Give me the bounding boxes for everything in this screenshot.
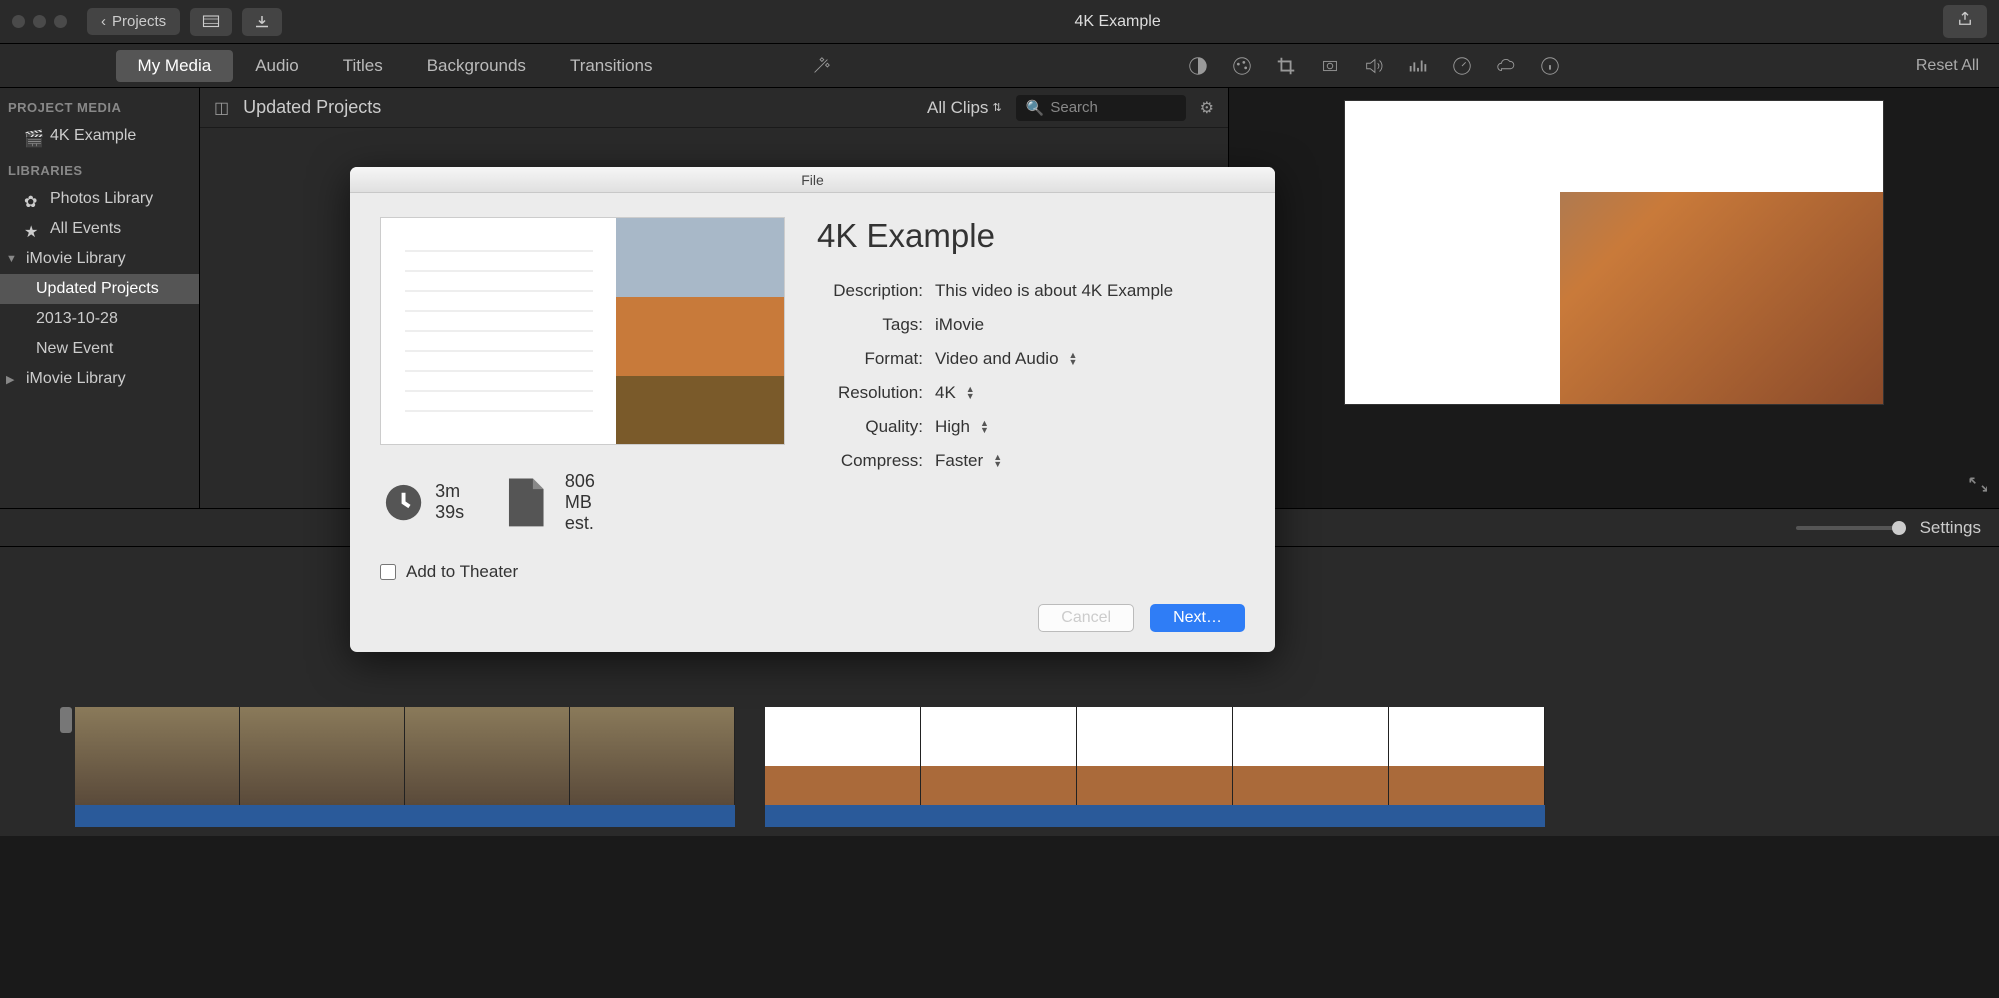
chevron-left-icon: ‹: [101, 13, 106, 30]
zoom-slider[interactable]: [1796, 526, 1906, 530]
window-title: 4K Example: [292, 13, 1943, 31]
timeline-clip-1[interactable]: [75, 707, 735, 827]
file-icon: [493, 467, 557, 538]
quality-label: Quality:: [817, 417, 923, 437]
media-tabs-row: My Media Audio Titles Backgrounds Transi…: [0, 44, 1999, 88]
tags-field[interactable]: iMovie: [935, 315, 984, 335]
resolution-dropdown[interactable]: 4K ▲▼: [935, 383, 975, 403]
description-label: Description:: [817, 281, 923, 301]
clock-icon: [380, 479, 427, 526]
compress-dropdown[interactable]: Faster ▲▼: [935, 451, 1002, 471]
window-traffic-lights[interactable]: [12, 15, 67, 28]
compress-label: Compress:: [817, 451, 923, 471]
stepper-icon: ⇅: [992, 101, 1001, 114]
search-icon: 🔍: [1026, 99, 1045, 117]
settings-button[interactable]: Settings: [1920, 518, 1981, 538]
star-icon: ★: [24, 222, 42, 236]
sidebar-item-date[interactable]: 2013-10-28: [0, 304, 199, 334]
disclosure-down-icon[interactable]: ▼: [6, 253, 18, 265]
sidebar-item-new-event[interactable]: New Event: [0, 334, 199, 364]
info-icon[interactable]: [1539, 55, 1561, 77]
description-field[interactable]: This video is about 4K Example: [935, 281, 1173, 301]
cancel-button[interactable]: Cancel: [1038, 604, 1134, 632]
projects-label: Projects: [112, 13, 166, 30]
volume-icon[interactable]: [1363, 55, 1385, 77]
titlebar: ‹ Projects 4K Example: [0, 0, 1999, 44]
download-arrow-icon: [252, 13, 272, 31]
projects-back-button[interactable]: ‹ Projects: [87, 8, 180, 35]
expand-icon[interactable]: [1967, 475, 1987, 500]
stepper-icon: ▲▼: [966, 386, 975, 400]
export-dialog: File 3m 39s 806 MB est. Add to Theater: [350, 167, 1275, 652]
import-media-button[interactable]: [190, 8, 232, 36]
resolution-label: Resolution:: [817, 383, 923, 403]
color-palette-icon[interactable]: [1231, 55, 1253, 77]
export-title: 4K Example: [817, 217, 1245, 255]
speed-icon[interactable]: [1451, 55, 1473, 77]
export-preview-thumbnail: [380, 217, 785, 445]
preview-frame[interactable]: [1344, 100, 1884, 405]
sidebar-project[interactable]: 🎬 4K Example: [0, 121, 199, 151]
format-label: Format:: [817, 349, 923, 369]
sidebar-toggle-icon[interactable]: ◫: [214, 98, 229, 118]
stabilize-icon[interactable]: [1319, 55, 1341, 77]
playhead-handle[interactable]: [60, 707, 72, 733]
stepper-icon: ▲▼: [993, 454, 1002, 468]
dialog-titlebar: File: [350, 167, 1275, 193]
tags-label: Tags:: [817, 315, 923, 335]
sidebar-item-imovie-library-2[interactable]: ▶ iMovie Library: [0, 364, 199, 394]
search-input[interactable]: 🔍 Search: [1016, 95, 1186, 121]
clip-audio-waveform[interactable]: [765, 805, 1545, 827]
share-icon: [1955, 10, 1975, 28]
stepper-icon: ▲▼: [980, 420, 989, 434]
add-to-theater-label[interactable]: Add to Theater: [406, 562, 518, 582]
browser-title: Updated Projects: [243, 97, 381, 118]
tab-transitions[interactable]: Transitions: [548, 50, 675, 82]
search-placeholder: Search: [1050, 99, 1098, 116]
export-duration: 3m 39s: [380, 479, 467, 526]
disclosure-right-icon[interactable]: ▶: [6, 373, 18, 386]
sidebar-item-updated-projects[interactable]: Updated Projects: [0, 274, 199, 304]
tab-titles[interactable]: Titles: [321, 50, 405, 82]
stepper-icon: ▲▼: [1069, 352, 1078, 366]
clapperboard-icon: 🎬: [24, 129, 42, 143]
film-import-icon: [200, 13, 222, 31]
tab-audio[interactable]: Audio: [233, 50, 320, 82]
sidebar-item-all-events[interactable]: ★ All Events: [0, 214, 199, 244]
add-to-theater-checkbox[interactable]: [380, 564, 396, 580]
format-dropdown[interactable]: Video and Audio ▲▼: [935, 349, 1077, 369]
tab-backgrounds[interactable]: Backgrounds: [405, 50, 548, 82]
crop-icon[interactable]: [1275, 55, 1297, 77]
sidebar-item-imovie-library-1[interactable]: ▼ iMovie Library: [0, 244, 199, 274]
download-button[interactable]: [242, 8, 282, 36]
export-filesize: 806 MB est.: [493, 467, 615, 538]
cloud-icon[interactable]: [1495, 55, 1517, 77]
libraries-header: LIBRARIES: [0, 151, 199, 184]
equalizer-icon[interactable]: [1407, 55, 1429, 77]
project-media-header: PROJECT MEDIA: [0, 88, 199, 121]
quality-dropdown[interactable]: High ▲▼: [935, 417, 989, 437]
clip-filter-dropdown[interactable]: All Clips ⇅: [927, 98, 1002, 118]
share-button[interactable]: [1943, 5, 1987, 38]
sidebar-project-label: 4K Example: [50, 127, 136, 145]
sidebar-item-photos-library[interactable]: ✿ Photos Library: [0, 184, 199, 214]
flower-icon: ✿: [24, 192, 42, 206]
clip-audio-waveform[interactable]: [75, 805, 735, 827]
preview-viewer: [1229, 88, 1999, 508]
timeline-clip-2[interactable]: [765, 707, 1545, 827]
next-button[interactable]: Next…: [1150, 604, 1245, 632]
sidebar: PROJECT MEDIA 🎬 4K Example LIBRARIES ✿ P…: [0, 88, 200, 508]
enhance-icon[interactable]: [810, 55, 832, 77]
contrast-icon[interactable]: [1187, 55, 1209, 77]
tab-my-media[interactable]: My Media: [116, 50, 234, 82]
gear-icon[interactable]: ⚙: [1200, 98, 1214, 118]
reset-all-button[interactable]: Reset All: [1916, 57, 1979, 75]
